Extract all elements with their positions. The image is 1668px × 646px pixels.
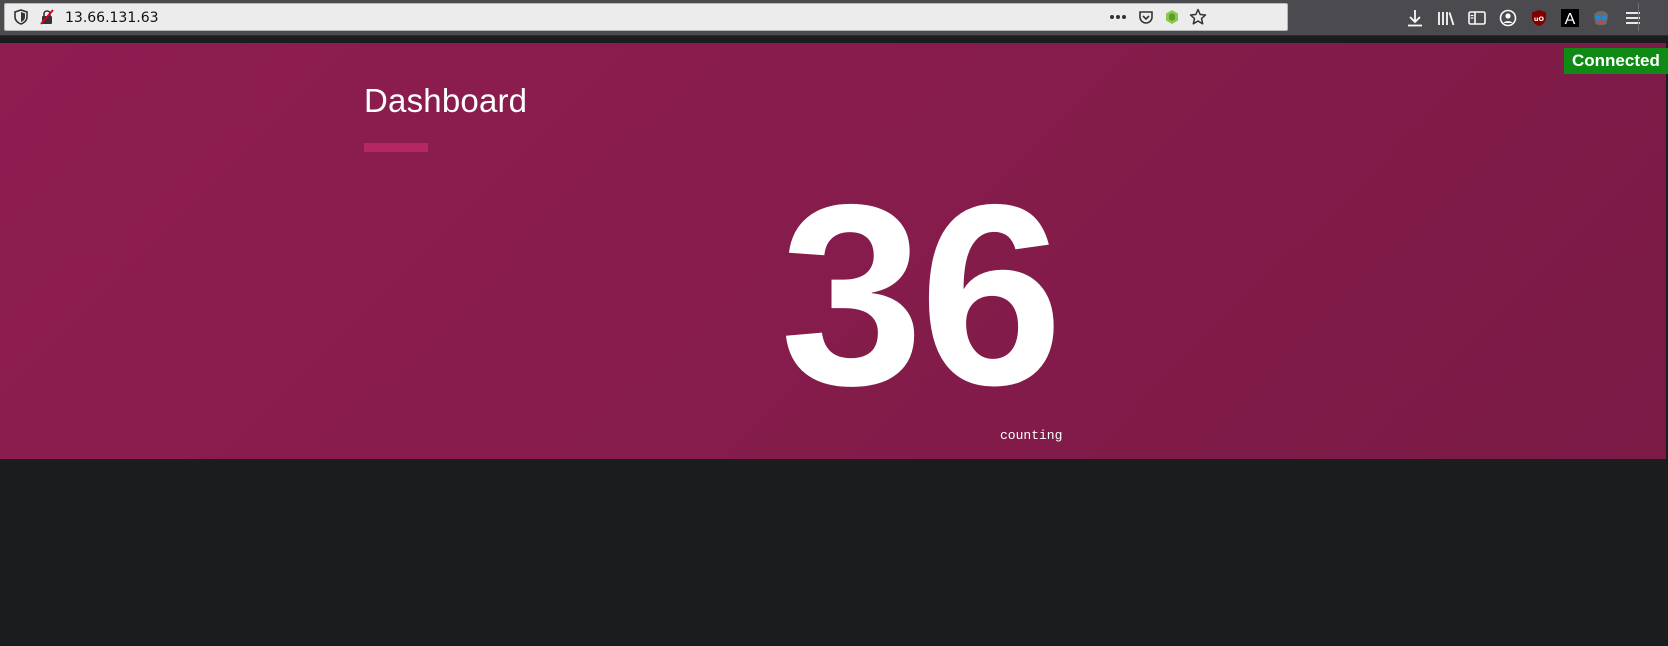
- toolbar-buttons: uO A: [1404, 7, 1644, 29]
- ublock-icon[interactable]: uO: [1528, 7, 1550, 29]
- browser-toolbar: 13.66.131.63 uO A: [0, 0, 1668, 36]
- font-a-icon[interactable]: A: [1559, 7, 1581, 29]
- mask-icon[interactable]: [1590, 7, 1612, 29]
- node-extension-icon[interactable]: [1163, 8, 1181, 26]
- connection-status-badge: Connected: [1564, 48, 1668, 74]
- hamburger-menu-icon[interactable]: [1622, 7, 1644, 29]
- page-title: Dashboard: [364, 82, 528, 119]
- svg-text:uO: uO: [1534, 15, 1545, 23]
- counter-value: 36: [780, 150, 1063, 439]
- title-accent-bar: [364, 143, 428, 152]
- counter-label: counting: [1000, 428, 1063, 443]
- sidebar-icon[interactable]: [1466, 7, 1488, 29]
- star-icon[interactable]: [1189, 8, 1207, 26]
- address-bar[interactable]: 13.66.131.63: [4, 3, 1288, 31]
- insecure-lock-icon[interactable]: [38, 8, 56, 26]
- toolbar-divider: [1638, 3, 1639, 31]
- svg-text:A: A: [1565, 11, 1576, 27]
- shield-icon[interactable]: [12, 8, 30, 26]
- account-icon[interactable]: [1497, 7, 1519, 29]
- library-icon[interactable]: [1435, 7, 1457, 29]
- url-text[interactable]: 13.66.131.63: [65, 9, 159, 27]
- download-icon[interactable]: [1404, 7, 1426, 29]
- content-top-border: [0, 36, 1668, 43]
- pocket-icon[interactable]: [1137, 8, 1155, 26]
- more-dots-icon[interactable]: [1109, 8, 1127, 26]
